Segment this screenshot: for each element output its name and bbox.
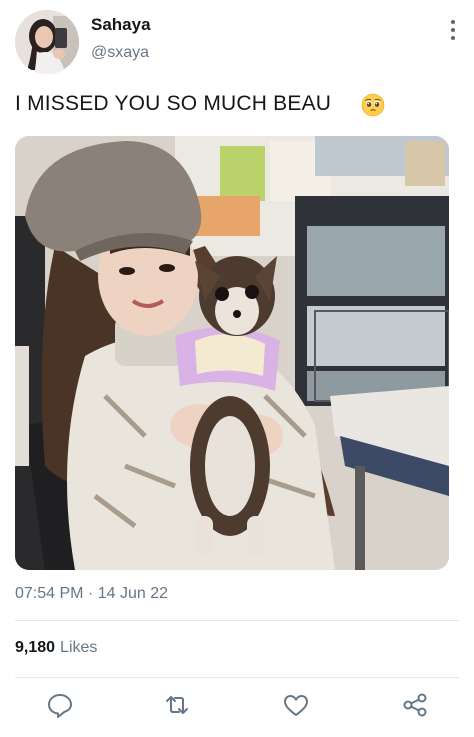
likes-label: Likes (60, 639, 98, 656)
likes-count[interactable]: 9,180 Likes (15, 639, 97, 657)
more-options-icon[interactable] (446, 20, 460, 46)
tweet-media-photo[interactable] (15, 136, 449, 570)
heart-icon[interactable] (281, 690, 311, 720)
share-icon[interactable] (400, 690, 430, 720)
tweet-text: I MISSED YOU SO MUCH BEAU (15, 92, 332, 115)
divider (15, 620, 459, 621)
likes-number: 9,180 (15, 639, 56, 656)
user-handle[interactable]: @sxaya (91, 44, 149, 62)
tweet-timestamp[interactable]: 07:54 PM · 14 Jun 22 (15, 585, 168, 603)
reply-icon[interactable] (45, 690, 75, 720)
pleading-face-emoji (361, 93, 385, 117)
retweet-icon[interactable] (162, 690, 192, 720)
display-name[interactable]: Sahaya (91, 15, 151, 35)
tweet-header: Sahaya @sxaya (0, 0, 474, 80)
divider (15, 677, 459, 678)
avatar[interactable] (15, 10, 79, 74)
tweet-action-bar (0, 690, 474, 724)
